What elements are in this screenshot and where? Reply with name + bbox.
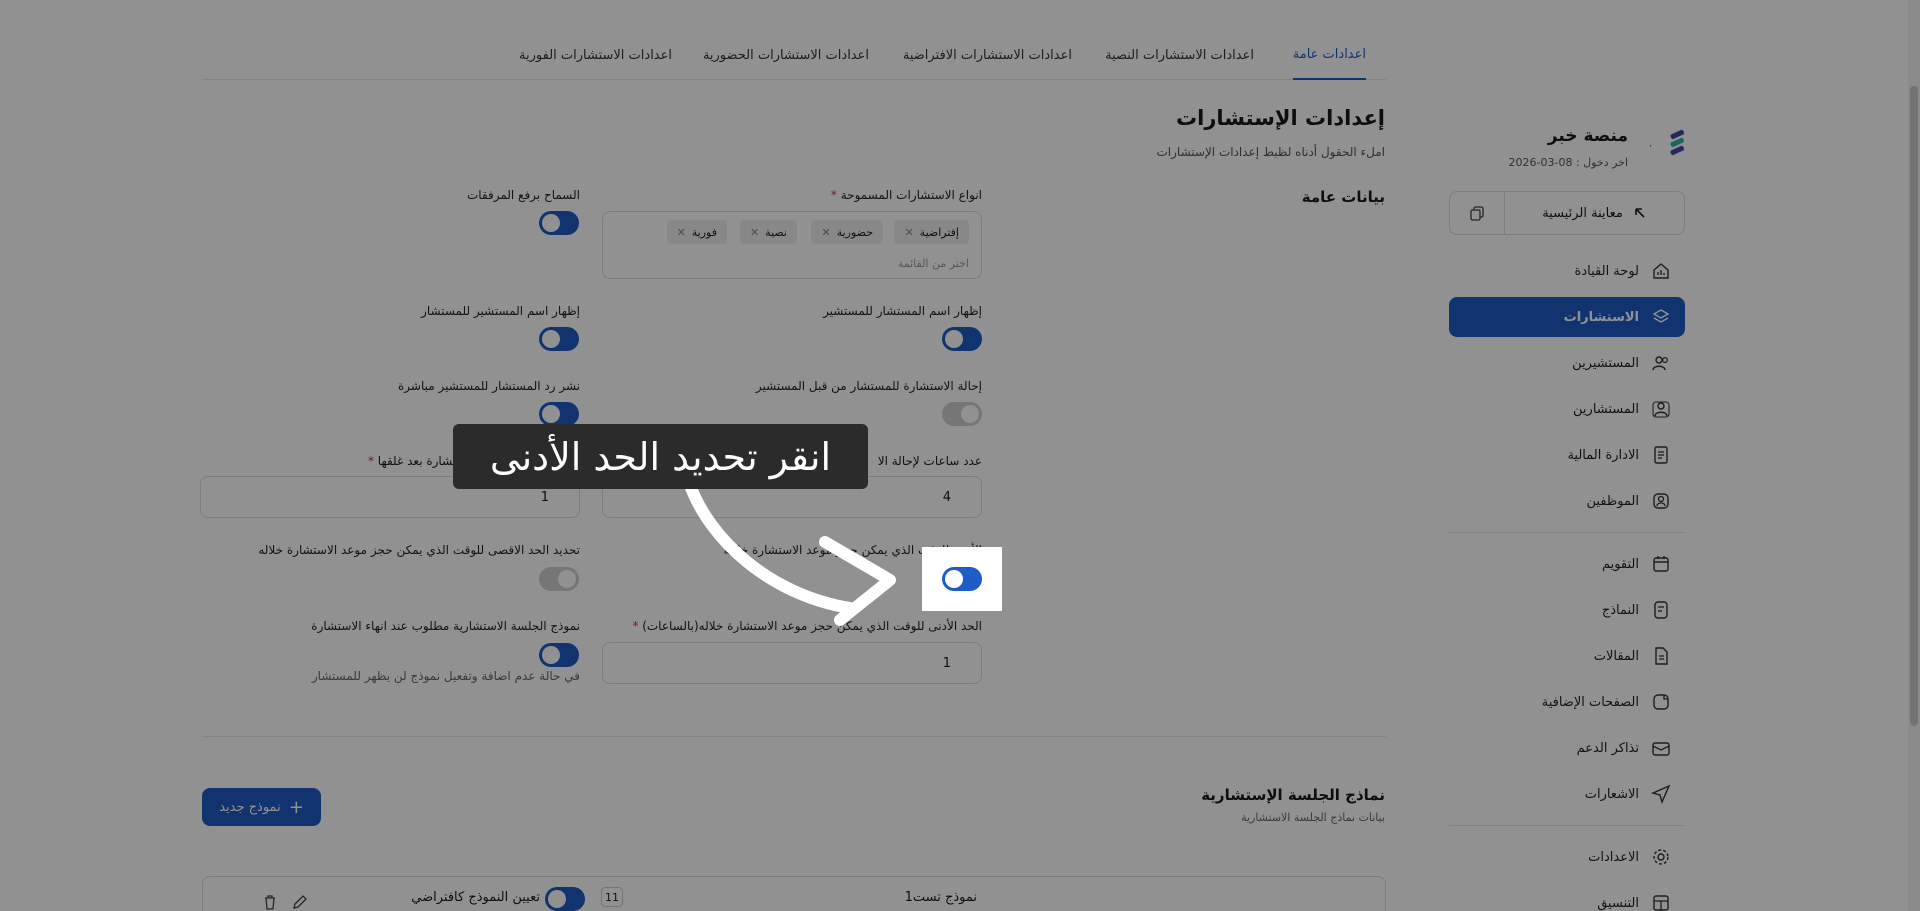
highlight-spot (922, 547, 1002, 611)
tooltip: انقر تحديد الحد الأدنى (453, 424, 868, 489)
curved-arrow-icon (684, 480, 896, 626)
tutorial-overlay (0, 0, 1920, 911)
highlighted-min-time-toggle[interactable] (942, 567, 982, 591)
